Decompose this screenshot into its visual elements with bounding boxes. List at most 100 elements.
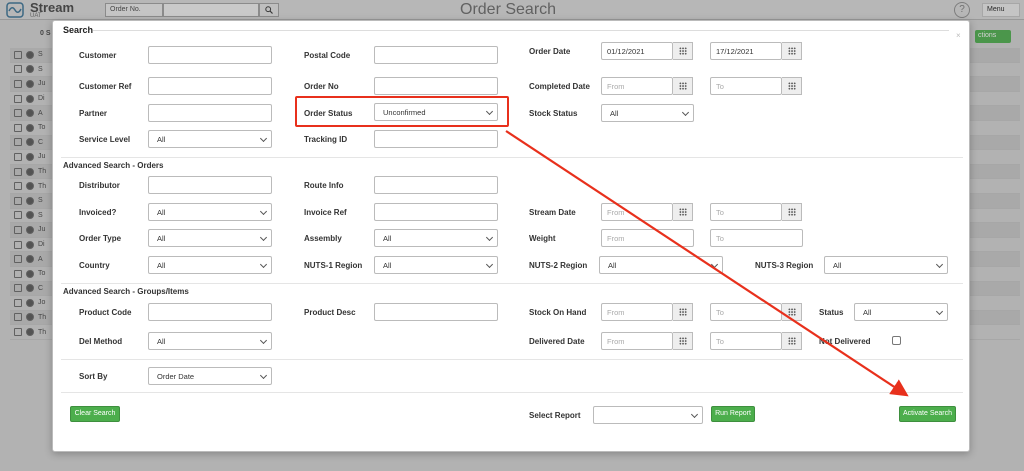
delivered-date-to-input[interactable]: To xyxy=(710,332,782,350)
select-report-select[interactable] xyxy=(593,406,703,424)
stock-on-hand-to-input[interactable]: To xyxy=(710,303,782,321)
order-status-highlight-box xyxy=(295,96,509,127)
product-code-label: Product Code xyxy=(79,308,132,317)
completed-date-to-calendar[interactable] xyxy=(782,77,802,95)
weight-label: Weight xyxy=(529,234,556,243)
calendar-icon xyxy=(678,47,687,55)
delivered-date-label: Delivered Date xyxy=(529,337,585,346)
invoiced-label: Invoiced? xyxy=(79,208,117,217)
service-level-label: Service Level xyxy=(79,135,131,144)
stock-on-hand-to-calendar[interactable] xyxy=(782,303,802,321)
not-delivered-label: Not Delivered xyxy=(819,337,871,346)
stream-date-label: Stream Date xyxy=(529,208,576,217)
distributor-input[interactable] xyxy=(148,176,272,194)
status-select[interactable]: All xyxy=(854,303,948,321)
calendar-icon xyxy=(678,208,687,216)
invoice-ref-input[interactable] xyxy=(374,203,498,221)
calendar-icon xyxy=(787,208,796,216)
completed-date-label: Completed Date xyxy=(529,82,590,91)
order-date-to-calendar[interactable] xyxy=(782,42,802,60)
weight-from-input[interactable]: From xyxy=(601,229,694,247)
stock-status-select[interactable]: All xyxy=(601,104,694,122)
section-divider xyxy=(61,283,963,284)
postal-code-input[interactable] xyxy=(374,46,498,64)
assembly-label: Assembly xyxy=(304,234,342,243)
order-type-label: Order Type xyxy=(79,234,122,243)
section-divider xyxy=(61,359,963,360)
nuts2-label: NUTS-2 Region xyxy=(529,261,588,270)
nuts1-select[interactable]: All xyxy=(374,256,498,274)
product-desc-input[interactable] xyxy=(374,303,498,321)
product-desc-label: Product Desc xyxy=(304,308,356,317)
route-info-label: Route Info xyxy=(304,181,344,190)
order-date-from-input[interactable]: 01/12/2021 xyxy=(601,42,673,60)
delivered-date-to-calendar[interactable] xyxy=(782,332,802,350)
postal-code-label: Postal Code xyxy=(304,51,351,60)
nuts3-label: NUTS-3 Region xyxy=(755,261,814,270)
delivered-date-from-input[interactable]: From xyxy=(601,332,673,350)
customer-ref-input[interactable] xyxy=(148,77,272,95)
stream-date-to-input[interactable]: To xyxy=(710,203,782,221)
clear-search-button[interactable]: Clear Search xyxy=(70,406,120,422)
partner-label: Partner xyxy=(79,109,108,118)
calendar-icon xyxy=(787,308,796,316)
calendar-icon xyxy=(787,337,796,345)
customer-input[interactable] xyxy=(148,46,272,64)
order-no-input[interactable] xyxy=(374,77,498,95)
country-label: Country xyxy=(79,261,110,270)
section-divider xyxy=(61,157,963,158)
partner-input[interactable] xyxy=(148,104,272,122)
stock-on-hand-from-calendar[interactable] xyxy=(673,303,693,321)
nuts2-select[interactable]: All xyxy=(599,256,723,274)
calendar-icon xyxy=(678,82,687,90)
nuts1-label: NUTS-1 Region xyxy=(304,261,363,270)
modal-title-divider xyxy=(93,30,949,31)
tracking-id-input[interactable] xyxy=(374,130,498,148)
calendar-icon xyxy=(787,82,796,90)
stock-on-hand-label: Stock On Hand xyxy=(529,308,587,317)
calendar-icon xyxy=(787,47,796,55)
order-no-label: Order No xyxy=(304,82,339,91)
country-select[interactable]: All xyxy=(148,256,272,274)
order-type-select[interactable]: All xyxy=(148,229,272,247)
run-report-button[interactable]: Run Report xyxy=(711,406,755,422)
sort-by-label: Sort By xyxy=(79,372,108,381)
stream-date-from-calendar[interactable] xyxy=(673,203,693,221)
order-date-to-input[interactable]: 17/12/2021 xyxy=(710,42,782,60)
route-info-input[interactable] xyxy=(374,176,498,194)
modal-title: Search xyxy=(63,25,94,35)
calendar-icon xyxy=(678,337,687,345)
delivered-date-from-calendar[interactable] xyxy=(673,332,693,350)
service-level-select[interactable]: All xyxy=(148,130,272,148)
assembly-select[interactable]: All xyxy=(374,229,498,247)
stock-on-hand-from-input[interactable]: From xyxy=(601,303,673,321)
stream-date-from-input[interactable]: From xyxy=(601,203,673,221)
groups-section-title: Advanced Search - Groups/Items xyxy=(63,287,189,296)
section-divider xyxy=(61,392,963,393)
not-delivered-checkbox[interactable] xyxy=(892,336,901,345)
completed-date-from-input[interactable]: From xyxy=(601,77,673,95)
weight-to-input[interactable]: To xyxy=(710,229,803,247)
select-report-label: Select Report xyxy=(529,411,581,420)
search-modal: Search × Customer Postal Code Order Date… xyxy=(52,20,970,452)
invoiced-select[interactable]: All xyxy=(148,203,272,221)
product-code-input[interactable] xyxy=(148,303,272,321)
invoice-ref-label: Invoice Ref xyxy=(304,208,347,217)
nuts3-select[interactable]: All xyxy=(824,256,948,274)
stock-status-label: Stock Status xyxy=(529,109,578,118)
activate-search-button[interactable]: Activate Search xyxy=(899,406,956,422)
orders-section-title: Advanced Search - Orders xyxy=(63,161,164,170)
close-icon[interactable]: × xyxy=(956,31,961,40)
order-date-label: Order Date xyxy=(529,47,571,56)
distributor-label: Distributor xyxy=(79,181,120,190)
calendar-icon xyxy=(678,308,687,316)
del-method-select[interactable]: All xyxy=(148,332,272,350)
stream-date-to-calendar[interactable] xyxy=(782,203,802,221)
status-label: Status xyxy=(819,308,844,317)
completed-date-to-input[interactable]: To xyxy=(710,77,782,95)
customer-ref-label: Customer Ref xyxy=(79,82,132,91)
del-method-label: Del Method xyxy=(79,337,123,346)
order-date-from-calendar[interactable] xyxy=(673,42,693,60)
sort-by-select[interactable]: Order Date xyxy=(148,367,272,385)
completed-date-from-calendar[interactable] xyxy=(673,77,693,95)
